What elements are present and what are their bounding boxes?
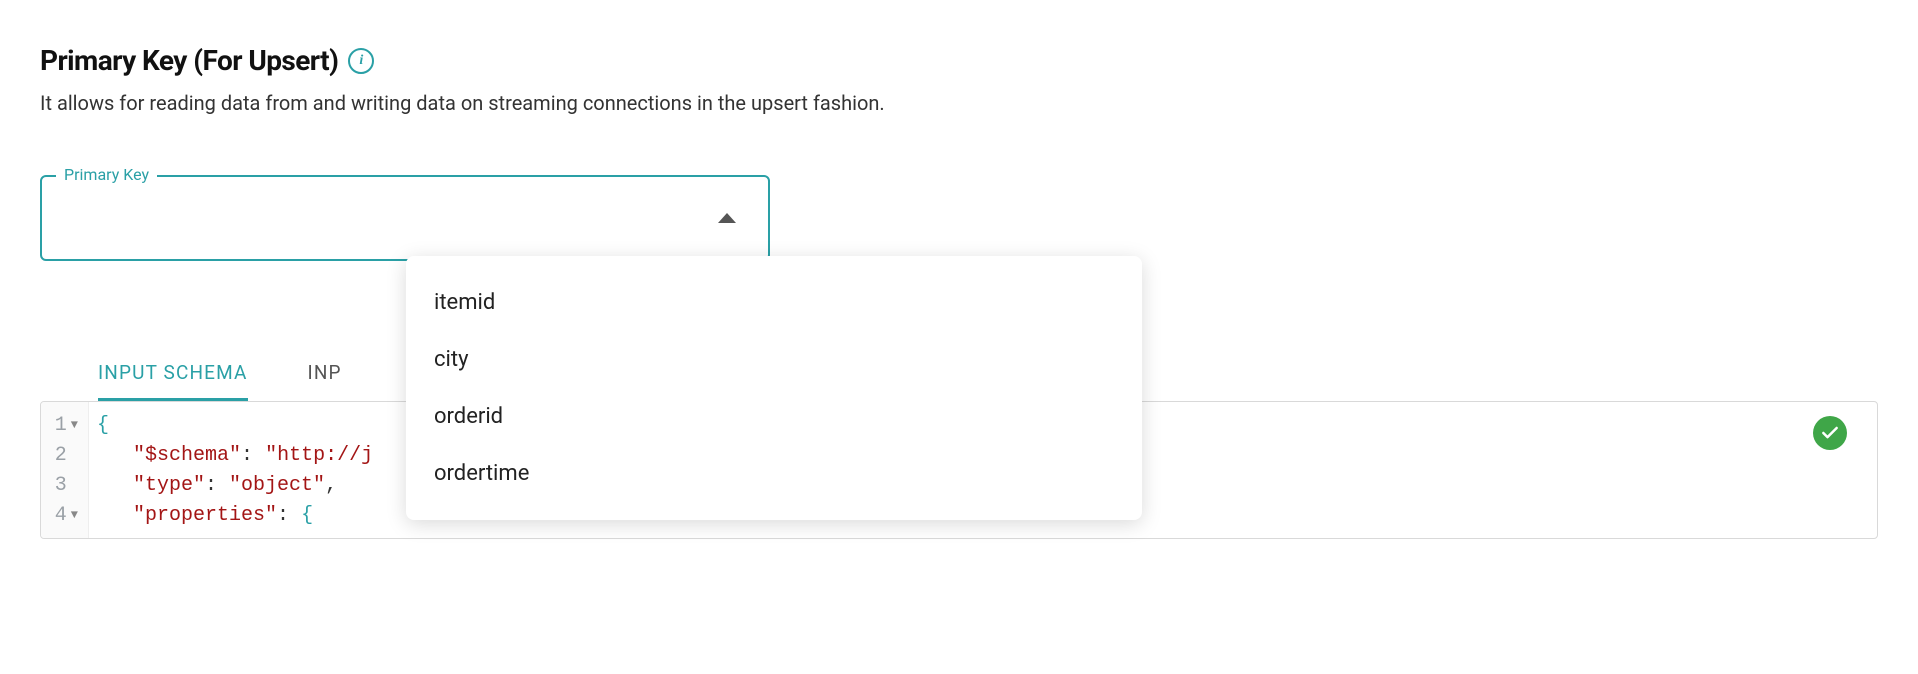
primary-key-select-label: Primary Key bbox=[56, 165, 157, 184]
dropdown-option-itemid[interactable]: itemid bbox=[406, 274, 1142, 331]
dropdown-option-ordertime[interactable]: ordertime bbox=[406, 445, 1142, 502]
section-heading: Primary Key (For Upsert) bbox=[40, 44, 338, 77]
primary-key-dropdown: itemidcityorderidordertime bbox=[406, 256, 1142, 520]
dropdown-option-orderid[interactable]: orderid bbox=[406, 388, 1142, 445]
tab-inp[interactable]: INP bbox=[308, 361, 342, 401]
info-icon[interactable]: i bbox=[348, 48, 374, 74]
dropdown-option-city[interactable]: city bbox=[406, 331, 1142, 388]
tab-input-schema[interactable]: INPUT SCHEMA bbox=[98, 361, 248, 401]
editor-gutter: 1▼2 3 4▼ bbox=[41, 402, 89, 538]
primary-key-select[interactable]: Primary Key bbox=[40, 175, 770, 261]
section-subtext: It allows for reading data from and writ… bbox=[40, 91, 1878, 115]
valid-status-icon bbox=[1813, 416, 1847, 450]
chevron-up-icon bbox=[718, 213, 736, 223]
editor-code[interactable]: { "$schema": "http://j "type": "object",… bbox=[89, 402, 373, 538]
